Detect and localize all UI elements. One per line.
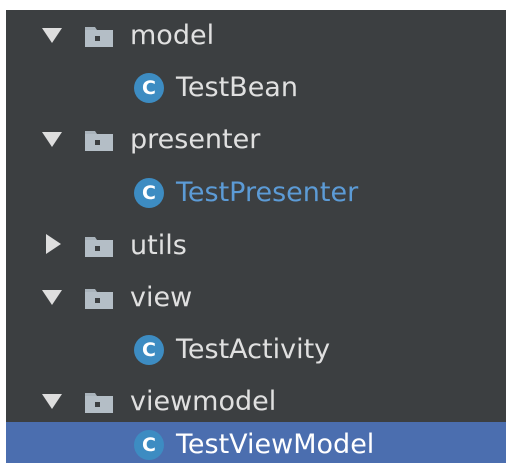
tree-node-label: viewmodel xyxy=(130,386,277,417)
java-class-icon: C xyxy=(134,178,164,208)
tree-node-testpresenter[interactable]: C TestPresenter xyxy=(6,167,506,219)
tree-node-label: TestPresenter xyxy=(176,177,359,208)
tree-node-label: TestActivity xyxy=(176,334,331,365)
package-folder-icon xyxy=(85,237,113,257)
tree-node-viewmodel[interactable]: viewmodel xyxy=(6,376,506,428)
tree-node-view[interactable]: view xyxy=(6,272,506,324)
tree-node-model[interactable]: model xyxy=(6,10,506,62)
cropped-header-strip xyxy=(0,0,511,10)
package-folder-icon xyxy=(85,393,113,413)
tree-node-label: model xyxy=(130,20,215,51)
right-border xyxy=(506,0,511,463)
tree-node-testbean[interactable]: C TestBean xyxy=(6,62,506,114)
java-class-icon: C xyxy=(134,335,164,365)
tree-node-label: utils xyxy=(130,230,187,261)
tree-node-presenter[interactable]: presenter xyxy=(6,114,506,166)
tree-node-testactivity[interactable]: C TestActivity xyxy=(6,324,506,376)
expand-arrow-icon[interactable] xyxy=(42,132,62,147)
expand-arrow-icon[interactable] xyxy=(42,28,62,43)
package-folder-icon xyxy=(85,289,113,309)
tree-node-label: TestBean xyxy=(176,72,298,103)
collapse-arrow-icon[interactable] xyxy=(46,234,61,254)
package-folder-icon xyxy=(85,131,113,151)
expand-arrow-icon[interactable] xyxy=(42,290,62,305)
tree-node-label: presenter xyxy=(130,124,261,155)
tree-node-label: view xyxy=(130,282,193,313)
tree-node-utils[interactable]: utils xyxy=(6,220,506,272)
expand-arrow-icon[interactable] xyxy=(42,394,62,409)
tree-node-testviewmodel[interactable]: C TestViewModel xyxy=(6,422,506,463)
project-tree-panel: model C TestBean presenter C TestPresent… xyxy=(6,10,506,463)
package-folder-icon xyxy=(85,27,113,47)
java-class-icon: C xyxy=(134,430,164,460)
tree-node-label: TestViewModel xyxy=(176,429,375,460)
java-class-icon: C xyxy=(134,73,164,103)
